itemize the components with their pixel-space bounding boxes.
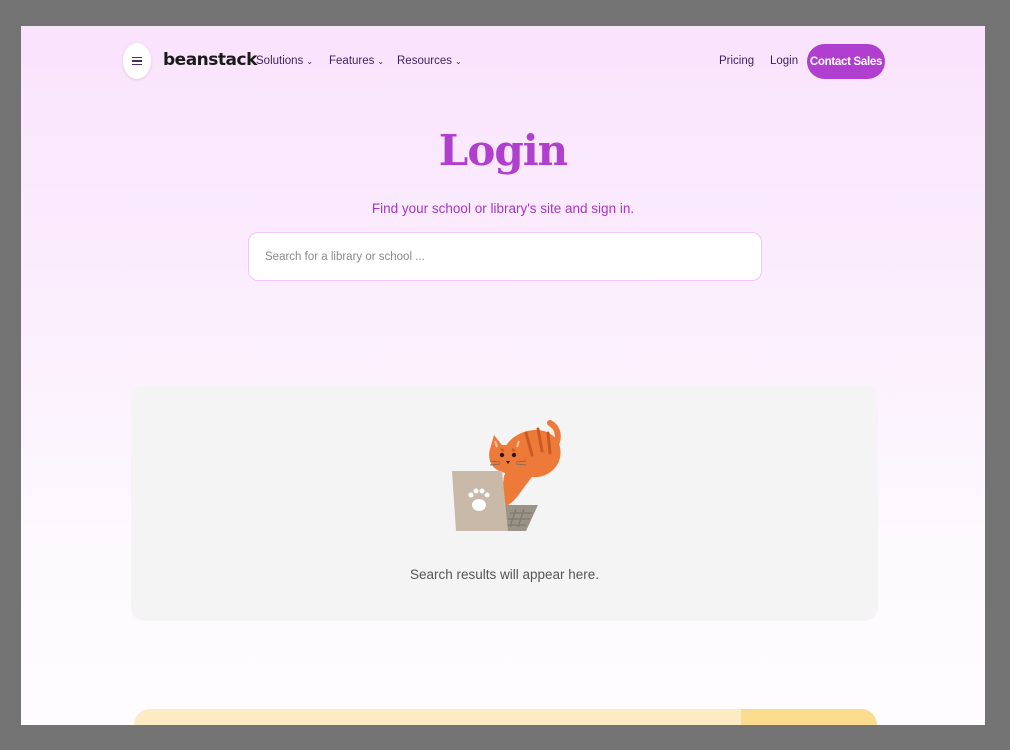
cat-on-laptop-illustration <box>452 420 561 531</box>
chevron-down-icon: ⌄ <box>454 56 462 66</box>
nav-solutions[interactable]: Solutions ⌄ <box>256 55 313 67</box>
nav-login[interactable]: Login <box>770 55 798 67</box>
menu-button[interactable] <box>123 43 151 79</box>
nav-resources[interactable]: Resources ⌄ <box>397 55 462 67</box>
chevron-down-icon: ⌄ <box>306 56 314 66</box>
page-subtitle: Find your school or library's site and s… <box>371 201 635 216</box>
page-title: Login <box>438 126 568 175</box>
search-results-panel: Search results will appear here. <box>131 385 878 621</box>
banner-accent-block <box>741 709 877 725</box>
top-navigation: beanstack Solutions ⌄ Features ⌄ Resourc… <box>21 26 985 98</box>
nav-solutions-label: Solutions <box>256 55 304 67</box>
login-page: beanstack Solutions ⌄ Features ⌄ Resourc… <box>21 26 985 725</box>
nav-features-label: Features <box>329 55 375 67</box>
library-search-input[interactable] <box>248 232 762 281</box>
contact-sales-button[interactable]: Contact Sales <box>807 44 885 79</box>
hamburger-icon <box>132 55 142 68</box>
nav-features[interactable]: Features ⌄ <box>329 55 384 67</box>
nav-resources-label: Resources <box>397 55 452 67</box>
beanstack-logo[interactable]: beanstack <box>163 50 257 70</box>
bottom-banner <box>134 709 877 725</box>
nav-pricing[interactable]: Pricing <box>719 55 754 67</box>
empty-results-message: Search results will appear here. <box>409 567 600 582</box>
chevron-down-icon: ⌄ <box>377 56 385 66</box>
